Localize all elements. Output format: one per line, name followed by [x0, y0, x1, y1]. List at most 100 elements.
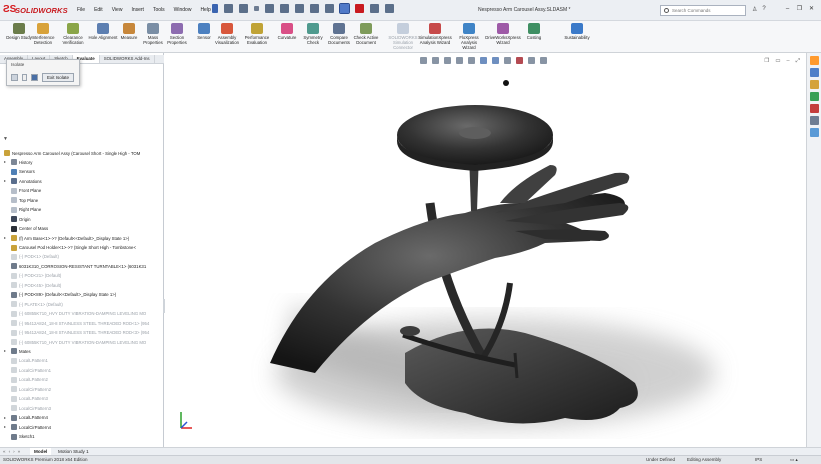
tree-node[interactable]: (-) POD<45> (Default) — [11, 281, 162, 289]
open-icon[interactable] — [265, 4, 274, 13]
tree-node[interactable]: (-) POD<89> (Default<<Default>_Display S… — [11, 291, 162, 299]
ribbon-button[interactable]: Sustainability — [562, 23, 592, 40]
turntable[interactable] — [400, 326, 420, 336]
tree-node[interactable]: 6031K310_CORROSION-RESISTANT TURNTABLE<1… — [11, 262, 162, 270]
menu-tools[interactable]: Tools — [153, 7, 165, 13]
tree-node[interactable]: (-) POD<1> (Default) — [11, 253, 162, 261]
chevron-down-icon[interactable] — [254, 6, 259, 11]
tree-node[interactable]: Center of Mass — [11, 225, 162, 233]
ribbon-button[interactable]: Section Properties — [162, 23, 192, 45]
expand-arrow-icon[interactable]: ▸ — [4, 178, 6, 183]
ribbon-button[interactable]: FloXpress Analysis Wizard — [454, 23, 484, 50]
ribbon-button[interactable]: Costing — [519, 23, 549, 40]
chevron-down-icon[interactable] — [22, 74, 27, 81]
model-render[interactable] — [165, 53, 806, 455]
select-icon[interactable] — [339, 3, 350, 14]
tab-solidworks-add-ins[interactable]: SOLIDWORKS Add-Ins — [100, 55, 155, 63]
task-pane-home-icon[interactable] — [809, 56, 819, 65]
status-options-icon[interactable]: ▭ ▴ — [790, 457, 798, 463]
tree-node[interactable]: (-) POD<21> (Default) — [11, 272, 162, 280]
ribbon-button[interactable]: Interference Detection — [28, 23, 58, 45]
menu-window[interactable]: Window — [174, 7, 192, 13]
tree-node[interactable]: LocalCirPattern4 — [11, 423, 162, 431]
tree-node[interactable]: (-) 95412A824_18-8 STAINLESS STEEL THREA… — [11, 329, 162, 337]
search-input[interactable]: Search Commands — [672, 8, 711, 13]
appearances-icon[interactable] — [809, 104, 819, 113]
file-properties-icon[interactable] — [370, 4, 379, 13]
solidworks-resources-icon[interactable] — [809, 128, 819, 137]
tree-node[interactable]: (-) PLATE<1> (Default) — [11, 300, 162, 308]
user-icon[interactable]: ♙ — [752, 6, 757, 13]
rebuild-icon[interactable] — [355, 4, 364, 13]
print-icon[interactable] — [295, 4, 304, 13]
tree-node[interactable]: (-) 60855K710_HVY DUTY VIBRATION-DAMPING… — [11, 310, 162, 318]
menu-help[interactable]: Help — [200, 7, 210, 13]
threaded-rod[interactable] — [513, 352, 519, 379]
help-icon[interactable]: ? — [762, 6, 765, 13]
close-button[interactable]: ✕ — [808, 5, 815, 12]
pin-icon[interactable] — [212, 4, 218, 13]
expand-arrow-icon[interactable]: ▸ — [4, 424, 6, 429]
ribbon-button[interactable]: Performance Evaluation — [242, 23, 272, 45]
custom-properties-icon[interactable] — [809, 116, 819, 125]
menu-file[interactable]: File — [77, 7, 85, 13]
tree-node[interactable]: Right Plane — [11, 206, 162, 214]
unit-system[interactable]: IPS — [755, 457, 762, 462]
history-icon — [11, 159, 17, 166]
options-gear-icon[interactable] — [385, 4, 394, 13]
filter-icon[interactable]: ▼ — [3, 136, 8, 142]
ribbon-button[interactable]: DriveWorksXpress Wizard — [485, 23, 521, 45]
exit-isolate-button[interactable]: Exit Isolate — [42, 73, 75, 82]
tree-node[interactable]: LocalCirPattern1 — [11, 366, 162, 374]
ribbon-button[interactable]: Compare Documents — [324, 23, 354, 45]
tree-node[interactable]: Carousel Pod Holder<1>->? (Single Short … — [11, 244, 162, 252]
ribbon-button[interactable]: Check Active Document — [351, 23, 381, 45]
new-document-icon[interactable] — [239, 4, 248, 13]
expand-arrow-icon[interactable]: ▸ — [4, 415, 6, 420]
tree-node[interactable]: Mates — [11, 347, 162, 355]
view-palette-icon[interactable] — [809, 92, 819, 101]
tree-node[interactable]: LocalCirPattern2 — [11, 385, 162, 393]
tree-node[interactable]: Origin — [11, 215, 162, 223]
minimize-button[interactable]: – — [784, 6, 791, 12]
expand-arrow-icon[interactable]: ▸ — [4, 159, 6, 164]
ribbon-button[interactable]: SimulationXpress Analysis Wizard — [418, 23, 452, 45]
tree-node[interactable]: History — [11, 158, 162, 166]
tree-node[interactable]: Nespresso Arm Carousel Assy (Carousel Sh… — [4, 149, 162, 157]
file-explorer-icon[interactable] — [809, 80, 819, 89]
disc-center-hole[interactable] — [459, 127, 491, 139]
tree-node[interactable]: (-) 60855K710_HVY DUTY VIBRATION-DAMPING… — [11, 338, 162, 346]
redo-icon[interactable] — [325, 4, 334, 13]
graphics-area[interactable]: ❐ ▭ – ⤢ — [165, 53, 806, 455]
tree-node-label: (-) 95412A824_18-8 STAINLESS STEEL THREA… — [19, 320, 150, 326]
search-commands-box[interactable]: Search Commands — [660, 5, 746, 16]
menu-insert[interactable]: Insert — [131, 7, 144, 13]
save-config-icon[interactable] — [31, 74, 38, 81]
tree-node[interactable]: LocalLPattern2 — [11, 376, 162, 384]
expand-arrow-icon[interactable]: ▸ — [4, 348, 6, 353]
tree-node[interactable]: LocalLPattern4 — [11, 414, 162, 422]
restore-button[interactable]: ❐ — [796, 5, 803, 12]
undo-icon[interactable] — [310, 4, 319, 13]
ribbon-button[interactable]: Assembly Visualization — [212, 23, 242, 45]
tree-node[interactable]: LocalCirPattern3 — [11, 404, 162, 412]
tree-node[interactable]: Annotations — [11, 177, 162, 185]
expand-arrow-icon[interactable]: ▸ — [4, 235, 6, 240]
ribbon-button[interactable]: SOLIDWORKS Simulation Connector — [388, 23, 418, 50]
tree-node[interactable]: Front Plane — [11, 187, 162, 195]
app-logo[interactable]: ƧS SOLIDWORKS — [3, 4, 68, 16]
home-icon[interactable] — [224, 4, 233, 13]
tree-node[interactable]: (f) Arm Base<1>->? (Default<<Default>_Di… — [11, 234, 162, 242]
ribbon-button[interactable]: Clearance Verification — [58, 23, 88, 45]
tree-node[interactable]: LocalLPattern3 — [11, 395, 162, 403]
menu-view[interactable]: View — [112, 7, 123, 13]
save-icon[interactable] — [280, 4, 289, 13]
tree-node[interactable]: LocalLPattern1 — [11, 357, 162, 365]
design-library-icon[interactable] — [809, 68, 819, 77]
tree-node[interactable]: (-) 95412A824_18-8 STAINLESS STEEL THREA… — [11, 319, 162, 327]
tree-node[interactable]: Top Plane — [11, 196, 162, 204]
display-style-icon[interactable] — [11, 74, 18, 81]
tree-node[interactable]: Sketch1 — [11, 433, 162, 441]
menu-edit[interactable]: Edit — [94, 7, 103, 13]
tree-node[interactable]: Sensors — [11, 168, 162, 176]
